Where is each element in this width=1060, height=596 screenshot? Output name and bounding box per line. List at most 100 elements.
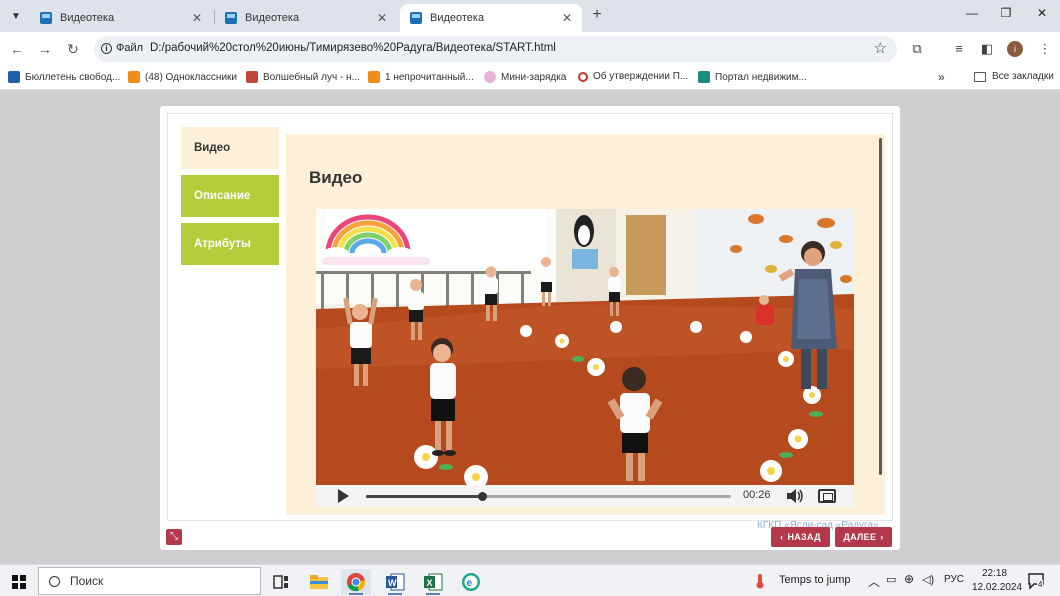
- media-controls-icon[interactable]: ≡: [950, 40, 968, 58]
- bookmark-label: Мини-зарядка: [501, 71, 567, 83]
- address-url[interactable]: D:/рабочий%20стол%20июнь/Тимирязево%20Ра…: [150, 42, 556, 54]
- browser-tab-2[interactable]: Видеотека ✕: [215, 4, 397, 32]
- svg-text:X: X: [427, 578, 433, 588]
- svg-text:W: W: [388, 578, 397, 588]
- bookmarks-overflow-button[interactable]: »: [938, 70, 945, 84]
- all-bookmarks-button[interactable]: Все закладки: [974, 71, 1054, 82]
- side-panel-icon[interactable]: ◧: [978, 40, 996, 58]
- word-icon[interactable]: W: [380, 569, 410, 595]
- speaker-icon[interactable]: ◁): [922, 573, 934, 586]
- site-favicon-icon: [410, 12, 422, 24]
- svg-text:e: e: [467, 578, 473, 589]
- browser-toolbar: ← → ↻ i Файл D:/рабочий%20стол%20июнь/Ти…: [0, 32, 1060, 66]
- task-view-icon[interactable]: [266, 569, 296, 595]
- minimize-icon[interactable]: —: [962, 6, 982, 24]
- edge-icon[interactable]: e: [456, 569, 486, 595]
- next-button[interactable]: ДАЛЕЕ ›: [835, 527, 892, 547]
- close-tab-icon[interactable]: ✕: [562, 11, 572, 25]
- windows-start-icon[interactable]: [12, 575, 26, 589]
- search-icon: [49, 575, 60, 587]
- taskbar-search[interactable]: Поиск: [38, 567, 261, 595]
- play-icon[interactable]: [338, 489, 349, 503]
- bookmark-item[interactable]: Об утверждении П...: [578, 71, 688, 82]
- page-area: Видео Описание Атрибуты Видео 00:26 КГКП…: [0, 91, 1060, 564]
- bookmark-item[interactable]: Бюллетень свобод...: [8, 71, 120, 83]
- address-bar[interactable]: i Файл D:/рабочий%20стол%20июнь/Тимирязе…: [94, 36, 897, 62]
- browser-menu-icon[interactable]: ⋮: [1036, 40, 1054, 58]
- info-icon: i: [101, 42, 112, 54]
- tab-title: Видеотека: [245, 12, 300, 24]
- extensions-puzzle-icon[interactable]: ⧉: [908, 40, 926, 58]
- browser-tab-active[interactable]: Видеотека ✕: [400, 4, 582, 32]
- search-bookmark-icon: [578, 71, 588, 82]
- tab-attributes[interactable]: Атрибуты: [181, 223, 279, 265]
- bookmark-label: Волшебный луч - н...: [263, 71, 360, 83]
- profile-avatar[interactable]: i: [1007, 41, 1023, 57]
- content-scrollbar[interactable]: [879, 138, 882, 475]
- video-scene-image: [316, 209, 854, 485]
- bookmark-favicon-icon: [8, 71, 20, 83]
- back-arrow-icon[interactable]: ←: [8, 40, 26, 58]
- tray-overflow-chevron-icon[interactable]: ︿: [868, 573, 880, 590]
- close-tab-icon[interactable]: ✕: [377, 11, 387, 25]
- new-tab-button[interactable]: +: [588, 6, 606, 24]
- clock-time[interactable]: 22:18: [982, 568, 1007, 579]
- seek-bar[interactable]: [366, 492, 731, 501]
- bookmark-favicon-icon: [484, 71, 496, 83]
- tab-search-chevron-icon[interactable]: ▼: [6, 6, 26, 26]
- chrome-icon[interactable]: [341, 569, 371, 595]
- notifications-count: 4: [1037, 580, 1044, 589]
- next-button-label: ДАЛЕЕ: [843, 532, 877, 542]
- clock-date[interactable]: 12.02.2024: [972, 582, 1022, 593]
- folder-icon: [974, 71, 986, 82]
- content-title: Видео: [309, 168, 363, 187]
- bookmark-star-icon[interactable]: ☆: [874, 39, 887, 57]
- content-panel: Видео 00:26: [286, 134, 885, 515]
- bookmark-item[interactable]: Волшебный луч - н...: [246, 71, 360, 83]
- windows-taskbar: Поиск W X e Temps to jump ︿ ▭ ⊕ ◁) РУС 2…: [0, 564, 1060, 596]
- bookmark-label: Бюллетень свобод...: [25, 71, 121, 83]
- close-tab-icon[interactable]: ✕: [192, 11, 202, 25]
- bookmark-item[interactable]: Портал недвижим...: [698, 71, 807, 83]
- battery-icon[interactable]: ▭: [886, 573, 896, 586]
- bookmark-favicon-icon: [128, 71, 140, 83]
- tab-video[interactable]: Видео: [181, 127, 279, 169]
- network-globe-icon[interactable]: ⊕: [904, 572, 914, 586]
- site-favicon-icon: [225, 12, 237, 24]
- expand-icon[interactable]: ⤡: [166, 529, 182, 545]
- bookmark-label: Портал недвижим...: [715, 71, 807, 83]
- bookmarks-bar: Бюллетень свобод... (48) Одноклассники В…: [0, 66, 1060, 90]
- excel-icon[interactable]: X: [418, 569, 448, 595]
- reload-icon[interactable]: ↻: [64, 40, 82, 58]
- bookmark-favicon-icon: [368, 71, 380, 83]
- weather-icon[interactable]: [755, 573, 765, 589]
- input-language[interactable]: РУС: [944, 574, 964, 585]
- back-button[interactable]: ‹ НАЗАД: [771, 527, 830, 547]
- seek-handle[interactable]: [478, 492, 488, 501]
- bookmark-label: Об утверждении П...: [593, 71, 689, 82]
- seek-progress: [366, 495, 483, 498]
- presentation-player: Видео Описание Атрибуты Видео 00:26 КГКП…: [160, 106, 900, 550]
- tab-title: Видеотека: [430, 12, 485, 24]
- forward-arrow-icon[interactable]: →: [36, 40, 54, 58]
- browser-tab-bar: ▼ Видеотека ✕ Видеотека ✕ Видеотека ✕ + …: [0, 0, 1060, 32]
- bookmark-item[interactable]: Мини-зарядка: [484, 71, 566, 83]
- file-explorer-icon[interactable]: [304, 569, 334, 595]
- restore-icon[interactable]: ❐: [996, 6, 1016, 24]
- video-frame[interactable]: [316, 209, 854, 485]
- bookmark-item[interactable]: (48) Одноклассники: [128, 71, 237, 83]
- bookmark-label: 1 непрочитанный...: [385, 71, 474, 83]
- notifications-icon[interactable]: 4: [1028, 572, 1046, 590]
- video-time: 00:26: [743, 489, 771, 501]
- video-controls: 00:26: [316, 485, 854, 507]
- fullscreen-icon[interactable]: [818, 489, 836, 503]
- close-window-icon[interactable]: ✕: [1032, 6, 1052, 24]
- browser-tab-1[interactable]: Видеотека ✕: [30, 4, 212, 32]
- all-bookmarks-label: Все закладки: [992, 71, 1054, 82]
- tab-description[interactable]: Описание: [181, 175, 279, 217]
- bookmark-item[interactable]: 1 непрочитанный...: [368, 71, 474, 83]
- site-info-chip[interactable]: i Файл: [101, 42, 143, 54]
- bookmark-label: (48) Одноклассники: [145, 71, 237, 83]
- volume-icon[interactable]: [786, 488, 804, 504]
- weather-text[interactable]: Temps to jump: [779, 574, 851, 586]
